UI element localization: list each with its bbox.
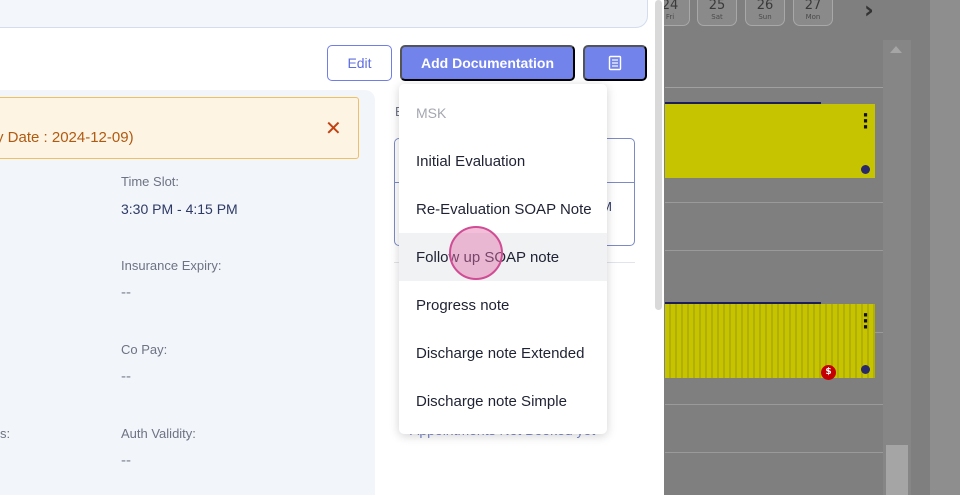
day-name: Mon [805, 13, 821, 21]
day-number: 27 [804, 0, 822, 13]
calendar-divider [665, 202, 883, 203]
day-number: 26 [756, 0, 774, 13]
document-icon [608, 55, 622, 71]
status-dot [861, 165, 870, 174]
day-name: Sun [758, 13, 772, 21]
scrollbar-thumb[interactable] [886, 445, 908, 495]
more-vertical-icon[interactable]: · · · [862, 107, 869, 137]
click-indicator [449, 226, 503, 280]
calendar-event[interactable]: · · · [665, 102, 875, 178]
time-slot-label: Time Slot: [121, 174, 180, 189]
chevron-right-icon[interactable]: › [864, 0, 894, 26]
day-chip[interactable]: 25 Sat [697, 0, 737, 26]
menu-item-progress-note[interactable]: Progress note [399, 281, 607, 329]
documentation-dropdown-menu: MSK Initial Evaluation Re-Evaluation SOA… [399, 84, 607, 434]
menu-item-re-evaluation-soap-note[interactable]: Re-Evaluation SOAP Note [399, 185, 607, 233]
calendar-event[interactable]: · · · $ [665, 302, 875, 380]
calendar-header-row [665, 40, 885, 88]
day-chip[interactable]: 27 Mon [793, 0, 833, 26]
page-edge [930, 0, 960, 495]
add-documentation-button[interactable]: Add Documentation [400, 45, 575, 81]
calendar-divider [665, 404, 883, 405]
panel-scrollbar[interactable] [655, 0, 662, 310]
alert-banner: ry Date : 2024-12-09) [0, 97, 359, 159]
day-name: Sat [711, 13, 723, 21]
day-number: 25 [708, 0, 726, 13]
document-button[interactable] [583, 45, 647, 81]
calendar-scrollbar[interactable] [883, 40, 911, 495]
appointment-panel: Edit Add Documentation ry Date : 2024-12… [0, 0, 664, 495]
time-slot-value: 3:30 PM - 4:15 PM [121, 201, 238, 217]
menu-item-follow-up-soap-note[interactable]: Follow up SOAP note [399, 233, 607, 281]
auth-validity-label: Auth Validity: [121, 426, 196, 441]
event-top-bar [665, 102, 821, 104]
insurance-expiry-label: Insurance Expiry: [121, 258, 222, 273]
field-label-cut: s: [0, 426, 11, 441]
day-number: 24 [661, 0, 679, 13]
menu-item-discharge-note-simple[interactable]: Discharge note Simple [399, 377, 607, 425]
status-dot [861, 365, 870, 374]
menu-group-header: MSK [416, 105, 447, 121]
scroll-up-icon[interactable] [890, 46, 902, 53]
more-vertical-icon[interactable]: · · · [862, 307, 869, 337]
close-icon[interactable]: ✕ [325, 118, 342, 138]
alert-text: ry Date : 2024-12-09) [0, 129, 134, 146]
co-pay-label: Co Pay: [121, 342, 168, 357]
day-chip[interactable]: 26 Sun [745, 0, 785, 26]
edit-button[interactable]: Edit [327, 45, 392, 81]
patient-summary-card [0, 0, 648, 28]
dollar-badge-icon: $ [821, 365, 836, 380]
calendar-divider [665, 452, 883, 453]
calendar-divider [665, 250, 883, 251]
co-pay-value: -- [121, 368, 131, 385]
menu-item-initial-evaluation[interactable]: Initial Evaluation [399, 137, 607, 185]
insurance-expiry-value: -- [121, 284, 131, 301]
menu-item-discharge-note-extended[interactable]: Discharge note Extended [399, 329, 607, 377]
event-top-bar [665, 302, 821, 304]
auth-validity-value: -- [121, 452, 131, 469]
